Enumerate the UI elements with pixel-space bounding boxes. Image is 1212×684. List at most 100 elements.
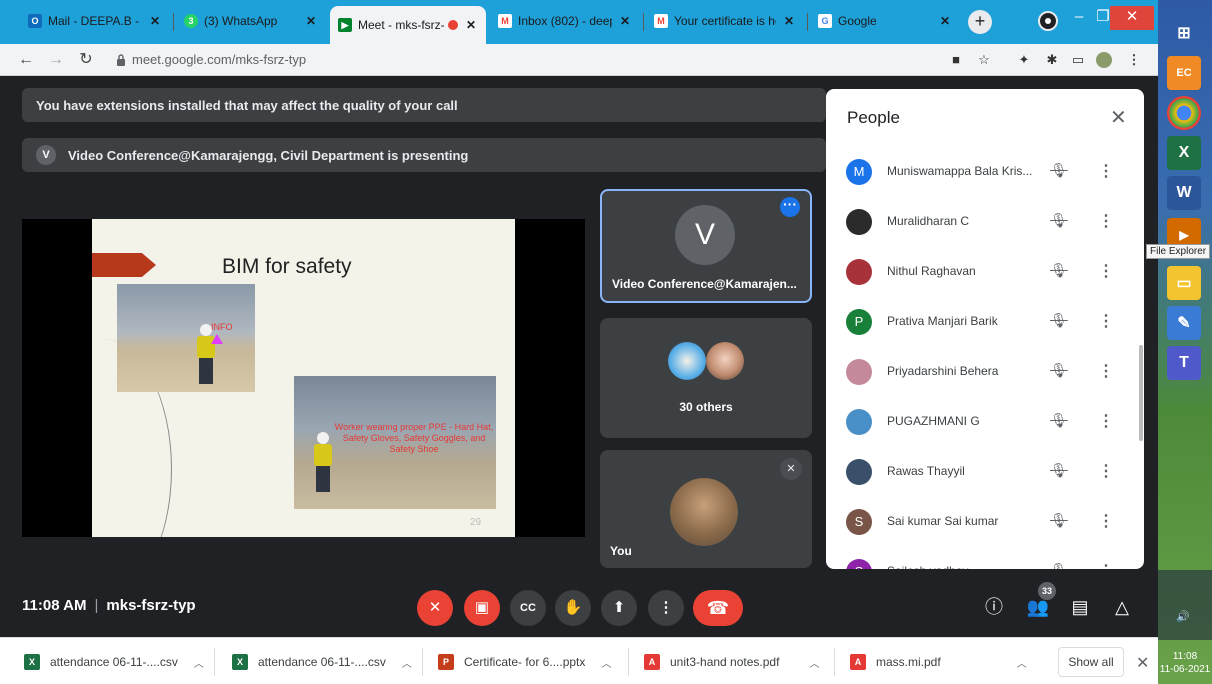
more-options-icon[interactable]: ⋮ [1098,161,1114,181]
more-options-icon[interactable]: ⋮ [1098,461,1114,481]
close-icon[interactable]: ✕ [464,18,478,32]
mic-off-icon[interactable]: 🎙 [1050,562,1068,569]
window-close-icon[interactable]: ✕ [1110,6,1154,30]
cast-icon[interactable]: ▭ [1070,52,1086,68]
tab-meet[interactable]: ▶ Meet - mks-fsrz- ✕ [330,6,486,44]
chrome-icon[interactable] [1167,96,1201,130]
mic-off-icon[interactable]: 🎙 [1050,362,1068,379]
mic-off-icon[interactable]: 🎙 [1050,212,1068,229]
extension-icon[interactable]: ✦ [1016,52,1032,68]
word-icon[interactable]: W [1167,176,1201,210]
menu-icon[interactable]: ⋮ [1126,52,1142,68]
close-icon[interactable]: ✕ [618,14,632,28]
chevron-up-icon[interactable]: ︿ [1017,655,1027,670]
participant-name: Nithul Raghavan [887,264,976,278]
mic-off-icon[interactable]: 🎙 [1050,162,1068,179]
tab-google[interactable]: G Google ✕ [810,6,960,36]
camera-icon[interactable]: ■ [948,52,964,68]
system-clock[interactable]: 11:08 11-06-2021 [1158,650,1212,676]
file-explorer-icon[interactable]: ▭ [1167,266,1201,300]
close-icon[interactable]: ✕ [1136,653,1149,673]
avatar[interactable] [1096,52,1112,68]
more-options-icon[interactable]: ⋮ [1098,561,1114,569]
captions-button[interactable]: CC [510,590,546,626]
participant-row[interactable]: PUGAZHMANI G 🎙 ⋮ [826,397,1144,447]
close-icon[interactable]: ✕ [782,14,796,28]
mic-off-icon[interactable]: 🎙 [1050,462,1068,479]
start-icon[interactable]: ⊞ [1167,16,1201,50]
raise-hand-button[interactable]: ✋ [555,590,591,626]
chevron-up-icon[interactable]: ︿ [194,655,204,670]
more-options-icon[interactable]: ⋮ [1098,311,1114,331]
download-item[interactable]: A mass.mi.pdf ︿ [850,647,1027,677]
app-icon[interactable]: EC [1167,56,1201,90]
outlook-icon: O [28,14,42,28]
lock-icon [117,54,125,66]
reload-icon[interactable]: ↻ [74,48,98,72]
avatar: S [846,559,872,569]
more-options-icon[interactable]: ⋮ [1098,411,1114,431]
profile-icon[interactable] [1038,11,1058,31]
participant-row[interactable]: Muralidharan C 🎙 ⋮ [826,197,1144,247]
participant-row[interactable]: Rawas Thayyil 🎙 ⋮ [826,447,1144,497]
mic-off-icon[interactable]: 🎙 [1050,412,1068,429]
mic-toggle-button[interactable]: ✕ [417,590,453,626]
participant-row[interactable]: Nithul Raghavan 🎙 ⋮ [826,247,1144,297]
clock-time: 11:08 [1172,651,1198,662]
close-icon[interactable]: ✕ [148,14,162,28]
self-tile[interactable]: ✕ You [600,450,812,568]
new-tab-button[interactable]: + [968,10,992,34]
mic-off-icon[interactable]: 🎙 [1050,312,1068,329]
forward-icon[interactable]: → [44,48,68,72]
worker-figure [195,324,217,384]
participant-row[interactable]: S Sai kumar Sai kumar 🎙 ⋮ [826,497,1144,547]
participant-row[interactable]: S Sailesh yadhav 🎙 ⋮ [826,547,1144,569]
presentation-view[interactable]: BIM for safety INFO Worker wearing prope… [22,219,585,537]
back-icon[interactable]: ← [14,48,38,72]
end-call-button[interactable]: ☎ [693,590,743,626]
google-icon: G [818,14,832,28]
participant-row[interactable]: P Prativa Manjari Barik 🎙 ⋮ [826,297,1144,347]
participant-row[interactable]: Priyadarshini Behera 🎙 ⋮ [826,347,1144,397]
camera-toggle-button[interactable]: ▣ [464,590,500,626]
more-options-icon[interactable]: ⋮ [1098,211,1114,231]
slide-title: BIM for safety [222,255,352,278]
excel-icon[interactable]: X [1167,136,1201,170]
others-tile[interactable]: 30 others [600,318,812,438]
show-all-button[interactable]: Show all [1058,647,1124,677]
close-icon[interactable]: ✕ [938,14,952,28]
mic-off-icon[interactable]: 🎙 [1050,512,1068,529]
chevron-up-icon[interactable]: ︿ [402,655,412,670]
volume-icon[interactable]: 🔊 [1176,610,1190,623]
bookmark-star-icon[interactable]: ☆ [976,52,992,68]
download-item[interactable]: X attendance 06-11-....csv ︿ [24,647,204,677]
activities-icon[interactable]: △ [1110,595,1134,619]
paint-icon[interactable]: ✎ [1167,306,1201,340]
more-options-icon[interactable]: ⋮ [1098,511,1114,531]
teams-icon[interactable]: T [1167,346,1201,380]
info-icon[interactable]: ⓘ [982,595,1006,619]
tab-whatsapp[interactable]: 3 (3) WhatsApp ✕ [176,6,326,36]
tab-certificate[interactable]: M Your certificate is her ✕ [646,6,804,36]
close-icon[interactable]: ✕ [1110,105,1127,130]
url-field[interactable]: meet.google.com/mks-fsrz-typ [132,52,306,67]
mic-off-icon[interactable]: 🎙 [1050,262,1068,279]
download-item[interactable]: P Certificate- for 6....pptx ︿ [438,647,611,677]
chevron-up-icon[interactable]: ︿ [601,655,611,670]
puzzle-icon[interactable]: ✱ [1044,52,1060,68]
tab-inbox[interactable]: M Inbox (802) - deepac ✕ [490,6,640,36]
download-item[interactable]: X attendance 06-11-....csv ︿ [232,647,412,677]
chat-icon[interactable]: ▤ [1068,595,1092,619]
present-button[interactable]: ⬆ [601,590,637,626]
more-options-icon[interactable]: ⋮ [1098,261,1114,281]
chevron-up-icon[interactable]: ︿ [809,655,819,670]
more-options-button[interactable]: ⋮ [648,590,684,626]
presenter-tile[interactable]: V ··· Video Conference@Kamarajen... [600,189,812,303]
more-options-icon[interactable]: ⋮ [1098,361,1114,381]
tab-outlook[interactable]: O Mail - DEEPA.B - Outl ✕ [20,6,170,36]
download-item[interactable]: A unit3-hand notes.pdf ︿ [644,647,819,677]
more-options-icon[interactable]: ··· [780,197,800,217]
participant-row[interactable]: M Muniswamappa Bala Kris... 🎙 ⋮ [826,147,1144,197]
participant-name: Muralidharan C [887,214,970,228]
close-icon[interactable]: ✕ [304,14,318,28]
